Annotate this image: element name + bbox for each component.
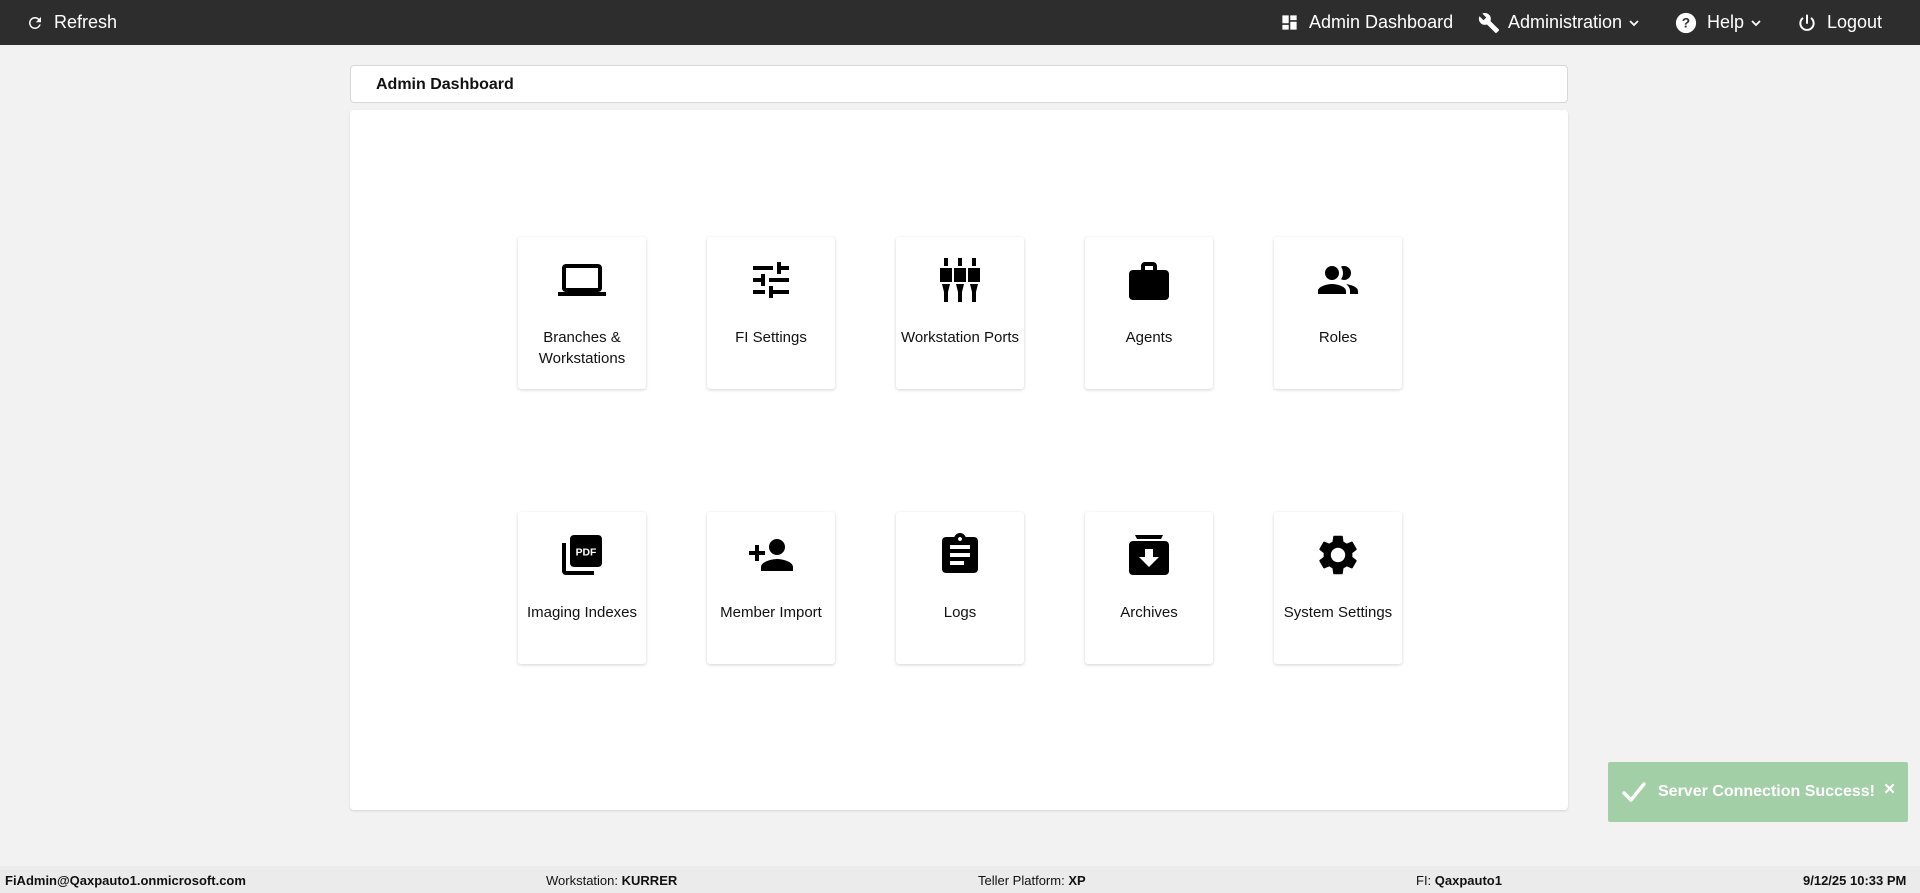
tile-label: Agents <box>1125 329 1173 346</box>
tile-label: Branches & Workstations <box>538 329 626 367</box>
nav-administration-menu[interactable]: Administration <box>1478 0 1640 45</box>
svg-text:?: ? <box>1682 15 1690 30</box>
tile-label: System Settings <box>1283 604 1393 621</box>
tile-system-settings[interactable]: System Settings <box>1274 512 1402 664</box>
refresh-icon <box>28 16 41 29</box>
logout-label: Logout <box>1827 12 1883 32</box>
toast-notification: Server Connection Success! × <box>1608 762 1908 822</box>
tile-label: Member Import <box>720 604 822 621</box>
nav-help-label: Help <box>1707 12 1745 32</box>
status-user: FiAdmin@Qaxpauto1.onmicrosoft.com <box>5 873 246 888</box>
chevron-down-icon <box>1629 19 1639 26</box>
tile-label: Archives <box>1120 604 1178 621</box>
page-title-bar: Admin Dashboard <box>350 65 1568 103</box>
tile-roles[interactable]: Roles <box>1274 237 1402 389</box>
nav-admin-dashboard-label: Admin Dashboard <box>1309 12 1454 32</box>
top-navigation-bar: Refresh Admin Dashboard Administration ?… <box>0 0 1920 45</box>
status-teller-platform: Teller Platform: XP <box>978 873 1086 888</box>
check-icon <box>1622 782 1646 802</box>
tile-logs[interactable]: Logs <box>896 512 1024 664</box>
laptop-icon <box>558 264 606 296</box>
refresh-label: Refresh <box>54 12 118 32</box>
tile-member-import[interactable]: Member Import <box>707 512 835 664</box>
nav-administration-label: Administration <box>1508 12 1623 32</box>
status-workstation-value: KURRER <box>621 873 678 888</box>
archive-icon <box>1129 535 1169 575</box>
tile-agents[interactable]: Agents <box>1085 237 1213 389</box>
people-icon <box>1318 266 1358 294</box>
chevron-down-icon <box>1751 19 1761 26</box>
tile-label: FI Settings <box>735 329 807 346</box>
wrench-icon <box>1478 12 1500 33</box>
tile-archives[interactable]: Archives <box>1085 512 1213 664</box>
status-bar: FiAdmin@Qaxpauto1.onmicrosoft.com Workst… <box>0 866 1920 893</box>
dashboard-icon <box>1282 15 1297 30</box>
tile-label: Roles <box>1318 329 1358 346</box>
tile-imaging-indexes[interactable]: PDF Imaging Indexes <box>518 512 646 664</box>
tile-fi-settings[interactable]: FI Settings <box>707 237 835 389</box>
briefcase-icon <box>1129 262 1169 300</box>
nav-help-menu[interactable]: ? Help <box>1675 0 1762 45</box>
status-workstation-label: Workstation: <box>546 873 619 888</box>
add-person-icon <box>749 539 793 571</box>
tile-branches-workstations[interactable]: Branches & Workstations <box>518 237 646 389</box>
logout-button[interactable]: Logout <box>1797 0 1882 45</box>
tile-label: Logs <box>943 604 977 621</box>
ports-icon <box>940 258 980 302</box>
dashboard-panel: Branches & Workstations FI Settings Work… <box>350 110 1568 810</box>
pdf-icon: PDF <box>562 535 602 575</box>
status-fi-label: FI: <box>1416 873 1432 888</box>
power-icon <box>1799 14 1815 31</box>
refresh-button[interactable]: Refresh <box>26 0 117 45</box>
help-icon: ? <box>1675 12 1697 33</box>
svg-text:PDF: PDF <box>576 547 597 558</box>
status-teller-value: XP <box>1068 873 1086 888</box>
tile-workstation-ports[interactable]: Workstation Ports <box>896 237 1024 389</box>
status-teller-label: Teller Platform: <box>978 873 1065 888</box>
status-fi: FI: Qaxpauto1 <box>1416 873 1502 888</box>
status-workstation: Workstation: KURRER <box>546 873 677 888</box>
toast-message: Server Connection Success! <box>1658 783 1875 800</box>
gear-icon <box>1319 535 1357 575</box>
nav-admin-dashboard[interactable]: Admin Dashboard <box>1280 0 1453 45</box>
sliders-icon <box>753 262 789 298</box>
toast-close-button[interactable]: × <box>1884 779 1895 801</box>
tile-label: Workstation Ports <box>900 329 1020 346</box>
status-fi-value: Qaxpauto1 <box>1434 873 1502 888</box>
tile-label: Imaging Indexes <box>526 604 638 621</box>
status-datetime: 9/12/25 10:33 PM <box>1803 873 1907 888</box>
page-title: Admin Dashboard <box>376 76 514 93</box>
clipboard-icon <box>942 533 978 573</box>
